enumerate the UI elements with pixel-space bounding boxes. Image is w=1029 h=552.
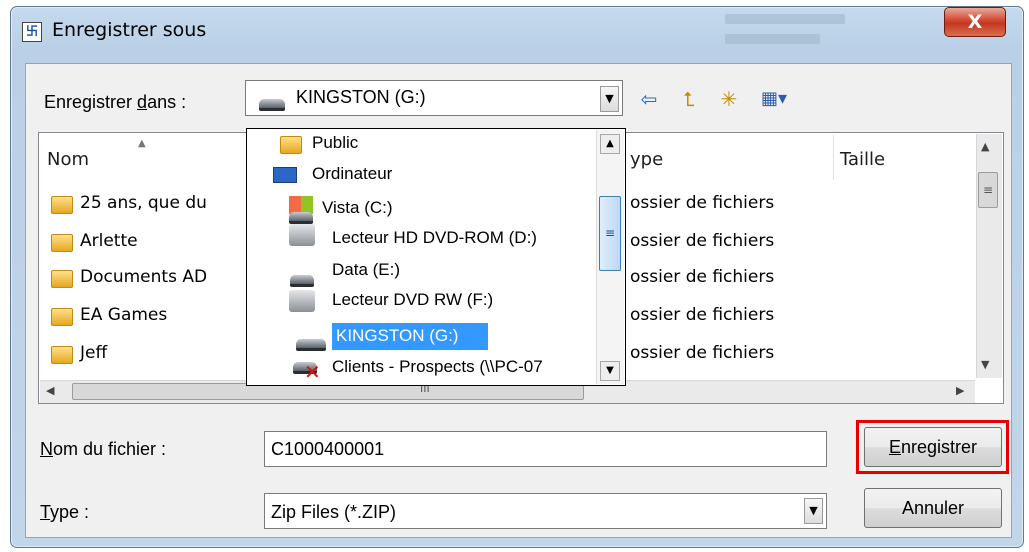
folder-icon xyxy=(51,308,73,326)
usb-drive-icon xyxy=(259,99,285,111)
dropdown-scroll-thumb[interactable]: ≡ xyxy=(599,196,621,271)
usb-drive-icon xyxy=(296,339,326,351)
error-x-icon: ✕ xyxy=(304,360,321,384)
list-item-type: ossier de fichiers xyxy=(630,343,775,363)
filetype-label: Type : xyxy=(40,502,90,522)
save-in-label: Enregistrer dans : xyxy=(44,92,187,112)
close-button[interactable]: X xyxy=(944,7,1006,37)
list-item-name[interactable]: EA Games xyxy=(80,305,167,325)
list-item-type: ossier de fichiers xyxy=(630,193,775,213)
column-header-type[interactable]: ype xyxy=(630,149,663,170)
dropdown-item-public[interactable]: Public xyxy=(312,133,358,153)
sort-up-icon: ▲ xyxy=(138,138,146,149)
scroll-left-icon[interactable]: ◀ xyxy=(46,384,54,397)
app-icon: 卐 xyxy=(22,22,42,42)
dropdown-item-vista[interactable]: Vista (C:) xyxy=(322,198,393,218)
list-item-name[interactable]: Arlette xyxy=(80,231,138,251)
new-folder-icon[interactable]: ✳ xyxy=(716,86,742,112)
scroll-up-icon[interactable]: ▲ xyxy=(981,140,989,153)
save-in-value: KINGSTON (G:) xyxy=(296,87,426,107)
back-arrow-icon[interactable]: ⇦ xyxy=(636,86,662,112)
dropdown-item-kingston[interactable]: KINGSTON (G:) xyxy=(336,326,458,346)
folder-icon xyxy=(51,234,73,252)
column-header-name[interactable]: Nom xyxy=(47,149,89,170)
background-tab-blur xyxy=(725,14,845,24)
dropdown-item-clients[interactable]: Clients - Prospects (\\PC-07 xyxy=(332,357,543,377)
save-in-dropdown-arrow[interactable]: ▼ xyxy=(600,86,619,112)
dropdown-item-dvd-rw[interactable]: Lecteur DVD RW (F:) xyxy=(332,290,493,310)
up-folder-icon[interactable]: ⮤ xyxy=(676,86,702,112)
list-item-type: ossier de fichiers xyxy=(630,267,775,287)
list-item-name[interactable]: Jeff xyxy=(80,343,107,363)
list-scroll-thumb[interactable]: ≡ xyxy=(978,172,998,208)
dropdown-item-data[interactable]: Data (E:) xyxy=(332,260,400,280)
dvd-drive-icon xyxy=(289,290,315,312)
list-item-type: ossier de fichiers xyxy=(630,231,775,251)
view-menu-icon[interactable]: ▦▾ xyxy=(754,86,794,112)
background-tab-blur xyxy=(725,34,820,44)
dropdown-scroll-up-icon[interactable]: ▲ xyxy=(600,134,620,154)
column-divider xyxy=(833,135,834,180)
computer-icon xyxy=(273,167,297,183)
list-item-type: ossier de fichiers xyxy=(630,305,775,325)
save-button[interactable]: Enregistrer xyxy=(864,427,1002,467)
filename-value: C1000400001 xyxy=(271,439,385,459)
window-title: Enregistrer sous xyxy=(52,19,207,41)
scroll-down-icon[interactable]: ▼ xyxy=(981,358,989,371)
list-item-name[interactable]: 25 ans, que du xyxy=(80,193,207,213)
dropdown-item-ordinateur[interactable]: Ordinateur xyxy=(312,164,392,184)
list-vertical-scrollbar[interactable] xyxy=(976,134,1002,378)
cancel-button[interactable]: Annuler xyxy=(864,488,1002,528)
list-item-name[interactable]: Documents AD xyxy=(80,267,207,287)
filetype-dropdown-arrow[interactable]: ▼ xyxy=(804,498,823,524)
dvd-drive-icon xyxy=(289,224,315,246)
hard-drive-base-icon xyxy=(289,212,313,224)
folder-icon xyxy=(51,196,73,214)
folder-icon xyxy=(51,346,73,364)
scroll-right-icon[interactable]: ▶ xyxy=(956,384,964,397)
dropdown-scroll-down-icon[interactable]: ▼ xyxy=(600,361,620,381)
folder-icon xyxy=(280,136,302,154)
filetype-value: Zip Files (*.ZIP) xyxy=(271,502,397,522)
folder-icon xyxy=(51,270,73,288)
filename-label: Nom du fichier : xyxy=(40,439,167,459)
dropdown-item-hd-dvd[interactable]: Lecteur HD DVD-ROM (D:) xyxy=(332,228,537,248)
column-header-size[interactable]: Taille xyxy=(840,149,885,170)
hard-drive-icon xyxy=(290,275,314,287)
